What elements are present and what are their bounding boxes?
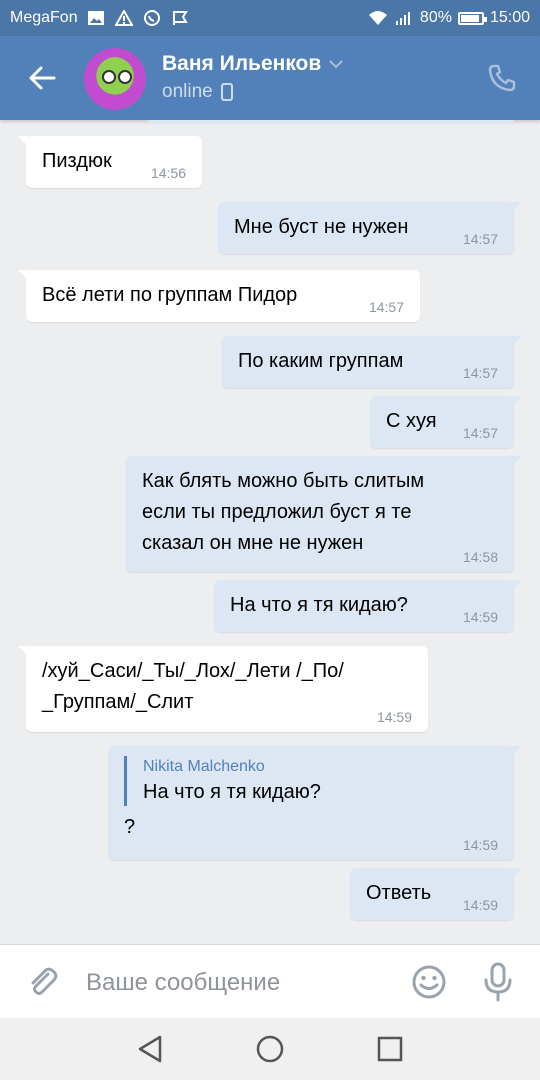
- message-time: 14:57: [462, 365, 498, 381]
- message-input[interactable]: [86, 963, 396, 1003]
- message-time: 14:57: [462, 425, 498, 441]
- voice-message-button[interactable]: [478, 961, 518, 1003]
- back-button[interactable]: [20, 58, 64, 98]
- warning-icon: [114, 9, 134, 27]
- contact-name-label: Ваня Ильенков: [162, 52, 322, 75]
- message-time: 14:59: [462, 837, 498, 853]
- battery-percent: 80%: [419, 9, 452, 26]
- recents-square-icon: [377, 1036, 403, 1062]
- image-icon: [86, 9, 106, 27]
- home-circle-icon: [256, 1035, 284, 1063]
- mobile-icon: [220, 83, 233, 101]
- smiley-icon: [412, 965, 446, 999]
- message-list[interactable]: Пиздюк 14:56 Мне буст не нужен 14:57 Всё…: [0, 120, 540, 944]
- status-bar: MegaFon 80% 15:00: [0, 0, 540, 36]
- chat-header: Ваня Ильенков online: [0, 36, 540, 120]
- battery-icon: [457, 11, 487, 25]
- message-time: 14:59: [462, 897, 498, 913]
- clock: 15:00: [489, 9, 530, 26]
- emoji-button[interactable]: [410, 963, 448, 1001]
- message-text: Мне буст не нужен: [234, 216, 409, 238]
- online-status: online: [162, 81, 213, 102]
- message-time: 14:59: [376, 709, 412, 725]
- whatsapp-icon: [142, 9, 162, 27]
- reply-quote[interactable]: Nikita Malchenko На что я тя кидаю?: [124, 756, 498, 806]
- message-bubble[interactable]: Пиздюк 14:56: [18, 136, 202, 188]
- phone-icon: [488, 64, 516, 92]
- wifi-icon: [368, 9, 388, 27]
- contact-status: online: [162, 81, 233, 103]
- reply-text: На что я тя кидаю?: [143, 781, 321, 803]
- message-text: Всё лети по группам Пидор: [42, 284, 298, 306]
- avatar[interactable]: [84, 48, 146, 110]
- message-time: 14:59: [462, 609, 498, 625]
- message-bubble[interactable]: Как блять можно быть слитым если ты пред…: [126, 456, 522, 572]
- microphone-icon: [484, 962, 512, 1002]
- carrier-label: MegaFon: [10, 9, 78, 26]
- message-bubble[interactable]: Мне буст не нужен 14:57: [218, 202, 522, 254]
- message-bubble[interactable]: На что я тя кидаю? 14:59: [214, 580, 522, 632]
- flag-check-icon: [170, 9, 190, 27]
- message-time: 14:56: [150, 165, 186, 181]
- back-triangle-icon: [138, 1035, 162, 1063]
- message-time: 14:58: [462, 549, 498, 565]
- message-text: По каким группам: [238, 350, 404, 372]
- nav-back-button[interactable]: [130, 1029, 170, 1069]
- message-bubble[interactable]: Ответь 14:59: [350, 868, 522, 920]
- nav-recents-button[interactable]: [370, 1029, 410, 1069]
- reply-message-bubble[interactable]: Nikita Malchenko На что я тя кидаю? ? 14…: [108, 746, 522, 860]
- message-bubble[interactable]: Всё лети по группам Пидор 14:57: [18, 270, 420, 322]
- message-bubble[interactable]: С хуя 14:57: [370, 396, 522, 448]
- message-time: 14:57: [462, 231, 498, 247]
- call-button[interactable]: [486, 62, 518, 94]
- message-text: /хуй_Саси/_Ты/_Лох/_Лети /_По/ _Группам/…: [42, 660, 344, 713]
- paperclip-icon: [31, 967, 58, 995]
- nav-home-button[interactable]: [250, 1029, 290, 1069]
- arrow-left-icon: [29, 66, 56, 90]
- message-time: 14:57: [368, 299, 404, 315]
- message-bubble[interactable]: /хуй_Саси/_Ты/_Лох/_Лети /_По/ _Группам/…: [18, 646, 428, 732]
- system-nav-bar: [0, 1018, 540, 1080]
- message-bubble[interactable]: По каким группам 14:57: [222, 336, 522, 388]
- message-composer: [0, 944, 540, 1018]
- attach-button[interactable]: [26, 965, 60, 999]
- signal-icon: [394, 9, 414, 27]
- contact-name[interactable]: Ваня Ильенков: [162, 52, 344, 76]
- chevron-down-icon: [329, 60, 344, 69]
- previous-message-edge: [148, 120, 514, 124]
- message-text: На что я тя кидаю?: [230, 594, 408, 616]
- message-text: ?: [124, 816, 136, 838]
- reply-author: Nikita Malchenko: [143, 758, 265, 775]
- message-text: Как блять можно быть слитым если ты пред…: [142, 470, 425, 554]
